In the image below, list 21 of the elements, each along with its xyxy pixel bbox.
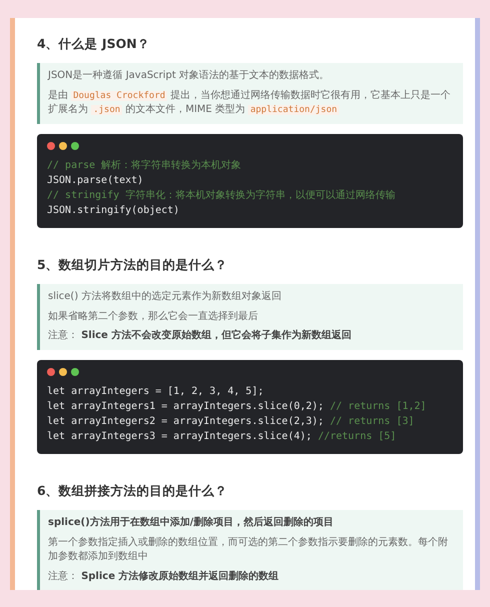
paragraph: 如果省略第二个参数，那么它会一直选择到最后 (48, 310, 259, 324)
code-line: JSON.parse(text) (47, 174, 144, 188)
code-line: // parse 解析：将字符串转换为本机对象 (47, 158, 242, 172)
code-line: let arrayIntegers3 = arrayIntegers.slice(4); //returns [5] (47, 430, 398, 444)
code-line: let arrayIntegers2 = arrayIntegers.slice(2,3); // returns [3] (47, 414, 416, 428)
window-dots-icon (47, 368, 79, 376)
code-line: JSON.stringify(object) (47, 204, 180, 218)
paragraph: 注意： Slice 方法不会改变原始数组，但它会将子集作为新数组返回 (48, 329, 352, 343)
code-line: let arrayIntegers = [1, 2, 3, 4, 5]; (47, 384, 265, 398)
paragraph: 第一个参数指定插入或删除的数组位置，而可选的第二个参数指示要删除的元素数。每个附加参数都添加到数组中 (48, 536, 449, 564)
paragraph: slice() 方法将数组中的选定元素作为新数组对象返回 (48, 290, 282, 304)
paragraph: 注意： Splice 方法修改原始数组并返回删除的数组 (48, 570, 280, 584)
section-heading: 6、数组拼接方法的目的是什么？ (37, 483, 229, 500)
paragraph: splice()方法用于在数组中添加/删除项目，然后返回删除的项目 (48, 516, 334, 530)
section-heading: 4、什么是 JSON？ (37, 36, 151, 53)
paragraph: 是由 Douglas Crockford 提出，当你想通过网络传输数据时它很有用，它基本上只是一个扩展名为 .json 的文本文件，MIME 类型为 application/json (48, 88, 452, 117)
code-line: let arrayIntegers1 = arrayIntegers.slice(0,2); // returns [1,2] (47, 400, 428, 414)
paragraph: JSON是一种遵循 JavaScript 对象语法的基于文本的数据格式。 (48, 69, 330, 83)
code-line: // stringify 字符串化：将本机对象转换为字符串，以便可以通过网络传输 (47, 188, 396, 202)
window-dots-icon (47, 142, 79, 150)
section-heading: 5、数组切片方法的目的是什么？ (37, 257, 229, 274)
